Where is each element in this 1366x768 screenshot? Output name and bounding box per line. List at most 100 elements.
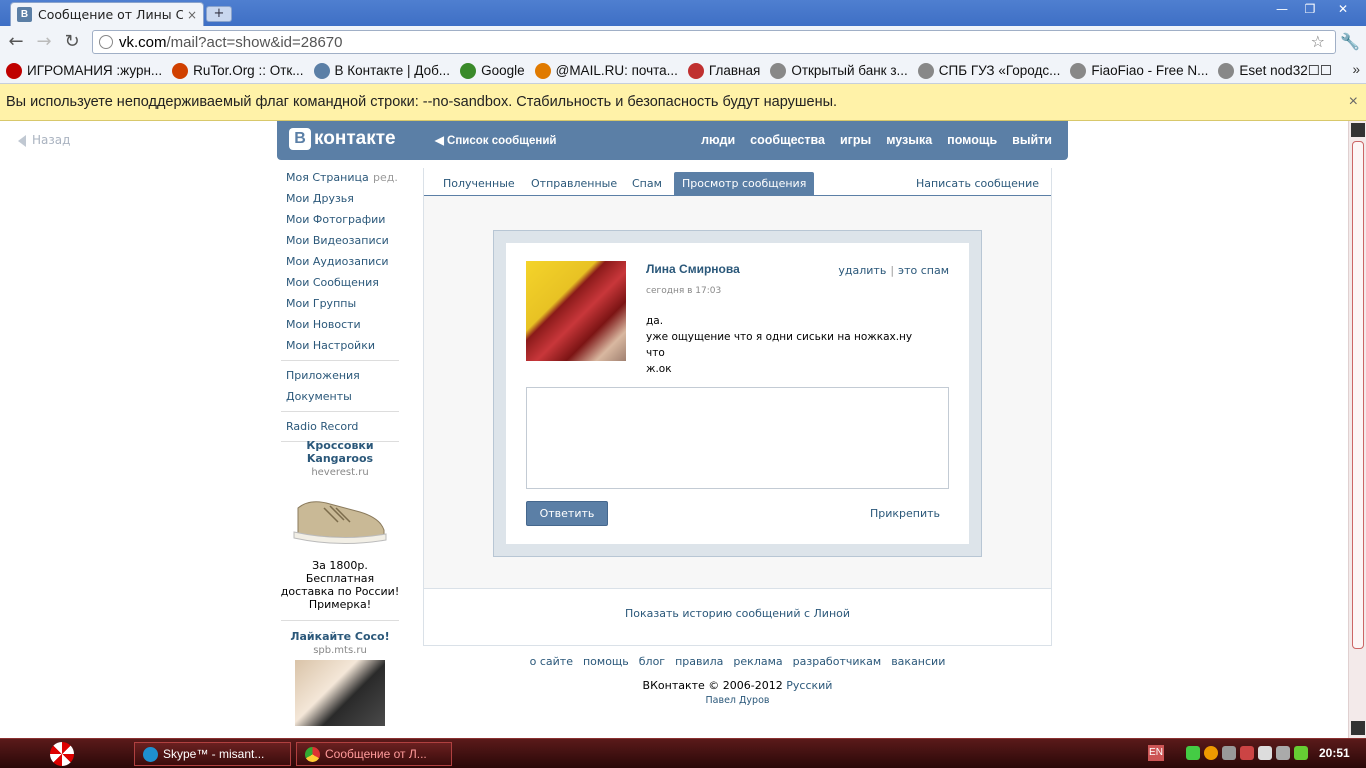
header-nav-item[interactable]: музыка bbox=[886, 133, 932, 147]
wrench-icon[interactable]: 🔧 bbox=[1338, 30, 1362, 54]
scroll-down-icon[interactable] bbox=[1351, 721, 1365, 735]
sneaker-image[interactable] bbox=[280, 478, 400, 556]
history-link[interactable]: Показать историю сообщений с Линой bbox=[424, 588, 1051, 645]
language-indicator[interactable]: EN bbox=[1148, 745, 1164, 761]
ad-2[interactable]: Лайкайте Coco! spb.mts.ru bbox=[280, 630, 400, 726]
left-menu-item[interactable]: Мои Видеозаписи bbox=[280, 230, 400, 251]
bookmarks-more-icon[interactable]: » bbox=[1352, 62, 1360, 77]
footer-link[interactable]: правила bbox=[675, 655, 723, 668]
left-menu-item[interactable]: Документы bbox=[280, 386, 400, 407]
left-menu-item[interactable]: Мои Фотографии bbox=[280, 209, 400, 230]
task-chrome[interactable]: Сообщение от Л... bbox=[296, 742, 452, 766]
write-message-link[interactable]: Написать сообщение bbox=[916, 172, 1039, 196]
left-menu-item[interactable]: Мои Друзья bbox=[280, 188, 400, 209]
tray-volume-icon[interactable] bbox=[1240, 746, 1254, 760]
chrome-icon bbox=[305, 746, 320, 762]
tray-device-icon[interactable] bbox=[1258, 746, 1272, 760]
new-tab-button[interactable]: + bbox=[206, 6, 232, 22]
header-nav-item[interactable]: помощь bbox=[947, 133, 997, 147]
bookmark-item[interactable]: СПБ ГУЗ «Городс... bbox=[917, 62, 1060, 79]
language-link[interactable]: Русский bbox=[786, 679, 832, 692]
minimize-icon[interactable]: — bbox=[1268, 0, 1296, 18]
ad-person-image[interactable] bbox=[295, 660, 385, 726]
left-menu-item[interactable]: Мои Новости bbox=[280, 314, 400, 335]
attach-link[interactable]: Прикрепить bbox=[870, 507, 940, 520]
scroll-up-icon[interactable] bbox=[1351, 123, 1365, 137]
tab-close-icon[interactable]: × bbox=[187, 8, 197, 22]
task-skype[interactable]: Skype™ - misant... bbox=[134, 742, 291, 766]
sender-name[interactable]: Лина Смирнова bbox=[646, 262, 740, 276]
tray-orange-icon[interactable] bbox=[1204, 746, 1218, 760]
left-menu-item[interactable]: Мои Аудиозаписи bbox=[280, 251, 400, 272]
bookmark-item[interactable]: ИГРОМАНИЯ :журн... bbox=[6, 62, 162, 79]
ad-text: За 1800р. Бесплатная доставка по России!… bbox=[280, 559, 400, 611]
tab-received[interactable]: Полученные bbox=[435, 172, 523, 196]
address-bar[interactable]: vk.com/mail?act=show&id=28670 ☆ bbox=[92, 30, 1336, 54]
header-nav-item[interactable]: люди bbox=[701, 133, 735, 147]
ad-separator bbox=[281, 620, 399, 621]
browser-tab[interactable]: В Сообщение от Лины Смі × bbox=[10, 2, 204, 26]
bookmark-item[interactable]: @MAIL.RU: почта... bbox=[534, 62, 678, 79]
left-menu-item[interactable]: Приложения bbox=[280, 365, 400, 386]
bookmark-item[interactable]: В Контакте | Доб... bbox=[313, 62, 450, 79]
tray-nvidia-icon[interactable] bbox=[1294, 746, 1308, 760]
footer-link[interactable]: блог bbox=[639, 655, 665, 668]
bookmark-item[interactable]: Открытый банк з... bbox=[770, 62, 908, 79]
bookmark-favicon-icon bbox=[1218, 62, 1235, 79]
forward-arrow-icon[interactable]: → bbox=[32, 30, 56, 54]
reload-icon[interactable]: ↻ bbox=[60, 30, 84, 54]
tray-printer-icon[interactable] bbox=[1276, 746, 1290, 760]
back-arrow-icon[interactable]: ← bbox=[4, 30, 28, 54]
tab-spam[interactable]: Спам bbox=[624, 172, 670, 196]
durov-link[interactable]: Павел Дуров bbox=[423, 695, 1052, 706]
left-menu-item[interactable]: Мои Настройки bbox=[280, 335, 400, 356]
tab-sent[interactable]: Отправленные bbox=[523, 172, 625, 196]
bookmark-star-icon[interactable]: ☆ bbox=[1311, 32, 1325, 51]
message-inner: Лина Смирнова удалить | это спам сегодня в… bbox=[506, 243, 969, 544]
left-menu-item[interactable]: Мои Сообщения bbox=[280, 272, 400, 293]
vk-favicon-icon: В bbox=[17, 7, 32, 22]
bookmark-item[interactable]: Eset nod32☐☐ bbox=[1218, 62, 1332, 79]
close-window-icon[interactable]: ✕ bbox=[1326, 0, 1360, 18]
left-menu-item[interactable]: Мои Группы bbox=[280, 293, 400, 314]
bookmark-item[interactable]: FiaoFiao - Free N... bbox=[1070, 62, 1208, 79]
left-menu-item[interactable]: Radio Record bbox=[280, 416, 400, 437]
window-titlebar: В Сообщение от Лины Смі × + — ❐ ✕ bbox=[0, 0, 1366, 26]
bookmark-item[interactable]: Главная bbox=[687, 62, 760, 79]
actions-separator: | bbox=[890, 264, 895, 277]
bookmark-item[interactable]: RuTor.Org :: Отк... bbox=[172, 62, 304, 79]
tray-speaker-icon[interactable] bbox=[1222, 746, 1236, 760]
vk-logo[interactable]: В контакте bbox=[289, 128, 396, 150]
tab-view-message[interactable]: Просмотр сообщения bbox=[674, 172, 815, 196]
header-nav-item[interactable]: игры bbox=[840, 133, 871, 147]
bookmark-item[interactable]: Google bbox=[460, 62, 525, 79]
sender-avatar[interactable] bbox=[526, 261, 626, 361]
footer-link[interactable]: вакансии bbox=[891, 655, 945, 668]
header-nav-item[interactable]: сообщества bbox=[750, 133, 825, 147]
start-umbrella-icon[interactable] bbox=[50, 742, 74, 766]
ad-title[interactable]: Кроссовки Kangaroos bbox=[280, 439, 400, 465]
back-link[interactable]: Назад bbox=[18, 133, 70, 147]
header-nav-item[interactable]: выйти bbox=[1012, 133, 1052, 147]
ad-title[interactable]: Лайкайте Coco! bbox=[280, 630, 400, 643]
tab-title: Сообщение от Лины Смі bbox=[38, 7, 183, 22]
footer-link[interactable]: о сайте bbox=[530, 655, 573, 668]
footer-link[interactable]: помощь bbox=[583, 655, 629, 668]
left-menu-item[interactable]: Моя Страница ред. bbox=[280, 167, 400, 188]
message-list-link[interactable]: ◀ Список сообщений bbox=[435, 133, 556, 147]
delete-link[interactable]: удалить bbox=[838, 264, 886, 277]
reply-button[interactable]: Ответить bbox=[526, 501, 608, 526]
spam-link[interactable]: это спам bbox=[898, 264, 949, 277]
ad-1[interactable]: Кроссовки Kangaroos heverest.ru За 1800р… bbox=[280, 439, 400, 611]
edit-link[interactable]: ред. bbox=[373, 170, 398, 185]
tray-check-icon[interactable] bbox=[1186, 746, 1200, 760]
footer-link[interactable]: реклама bbox=[733, 655, 782, 668]
infobar-close-icon[interactable]: × bbox=[1349, 93, 1358, 111]
reply-textarea[interactable] bbox=[526, 387, 949, 489]
scroll-thumb[interactable] bbox=[1352, 141, 1364, 649]
message-box: Лина Смирнова удалить | это спам сегодня в… bbox=[493, 230, 982, 557]
scrollbar[interactable] bbox=[1348, 121, 1366, 738]
footer-link[interactable]: разработчикам bbox=[793, 655, 882, 668]
message-line: да. bbox=[646, 315, 664, 327]
restore-icon[interactable]: ❐ bbox=[1296, 0, 1324, 18]
